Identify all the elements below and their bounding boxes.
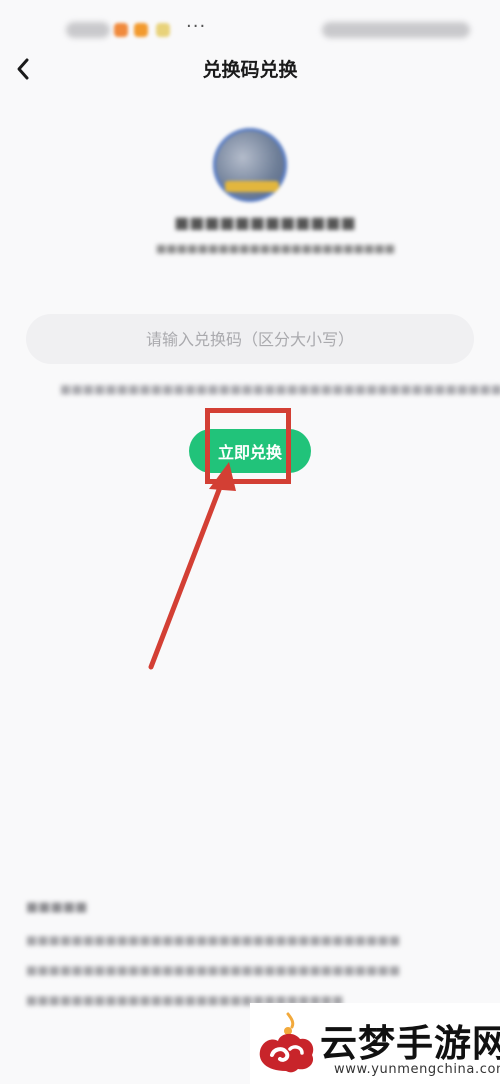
watermark-name: 云梦手游网 (320, 1021, 500, 1065)
watermark-url: www.yunmengchina.com (334, 1062, 500, 1077)
avatar (213, 128, 287, 202)
notification-icon (156, 23, 170, 37)
status-time (66, 22, 110, 38)
instruction-item: ■■■■■■■■■■■■■■■■■■■■■■■■■■■■■■■■■ (26, 963, 401, 977)
profile-card: ■■■■■■■■■■■■ ■■■■■■■■■■■■■■■■■■■■■■■ (156, 118, 395, 278)
instruction-item: ■■■■■■■■■■■■■■■■■■■■■■■■■■■■■■■■■ (26, 933, 401, 947)
instructions-title: ■■■■■ (26, 900, 88, 915)
cloud-logo-icon (259, 1012, 314, 1073)
notification-icon (114, 23, 128, 37)
nav-bar: 兑换码兑换 (0, 46, 500, 92)
redeem-code-input[interactable] (26, 314, 474, 364)
hint-text: ■■■■■■■■■■■■■■■■■■■■■■■■■■■■■■■■■■■■■■■■ (60, 382, 500, 396)
username: ■■■■■■■■■■■■ (174, 213, 356, 232)
redeem-now-button[interactable]: 立即兑换 (189, 429, 311, 473)
status-indicators (322, 22, 470, 38)
page-title: 兑换码兑换 (202, 59, 298, 81)
status-more-indicator: ··· (186, 16, 207, 37)
watermark: 云梦手游网 www.yunmengchina.com (250, 1003, 500, 1084)
notification-icon (134, 23, 148, 37)
user-subtitle: ■■■■■■■■■■■■■■■■■■■■■■■ (156, 242, 396, 255)
